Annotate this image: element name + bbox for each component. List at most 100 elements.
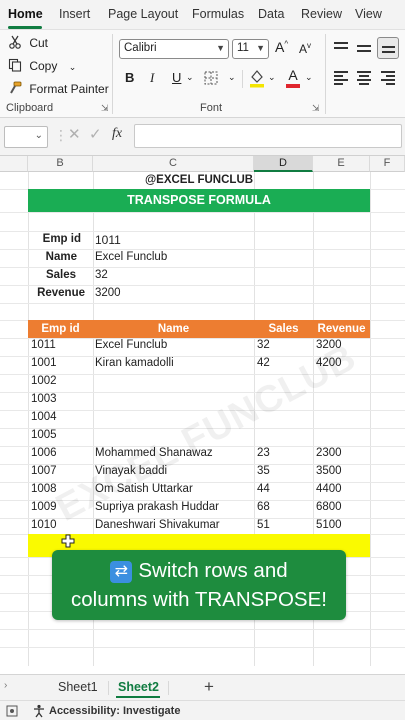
tab-formulas[interactable]: Formulas — [192, 7, 244, 21]
format-painter-button[interactable]: Format Painter — [8, 81, 109, 96]
table-cell-emp-id: 1008 — [31, 483, 57, 495]
borders-icon[interactable] — [203, 70, 223, 86]
grid-row-line — [0, 212, 405, 213]
align-left-icon[interactable] — [334, 71, 350, 85]
ribbon-separator — [112, 34, 113, 114]
tab-view[interactable]: View — [355, 7, 382, 21]
table-cell-name: Supriya prakash Huddar — [95, 501, 220, 513]
accessibility-icon — [34, 704, 44, 718]
copy-icon — [8, 58, 22, 72]
decrease-font-icon[interactable]: Av — [299, 41, 311, 56]
font-family-select[interactable]: Calibri ▼ — [119, 39, 229, 59]
font-color-icon[interactable]: A — [286, 67, 300, 88]
column-header-e[interactable]: E — [313, 156, 370, 172]
copy-button[interactable]: Copy ⌄ — [8, 58, 76, 73]
column-header-d[interactable]: D — [254, 156, 313, 172]
sheet-tab-sheet2[interactable]: Sheet2 — [118, 680, 159, 694]
increase-font-icon[interactable]: A^ — [275, 39, 288, 55]
underline-button[interactable]: U — [172, 70, 181, 85]
table-cell-revenue: 3200 — [316, 339, 342, 351]
column-header-b[interactable]: B — [28, 156, 93, 172]
table-cell-name: Mohammed Shanawaz — [95, 447, 213, 459]
font-color-dropdown-icon[interactable]: ⌄ — [305, 72, 313, 83]
tab-insert[interactable]: Insert — [59, 7, 90, 21]
active-sheet-indicator — [116, 696, 160, 698]
borders-dropdown-icon[interactable]: ⌄ — [228, 72, 236, 83]
align-bottom-icon[interactable] — [377, 37, 399, 59]
more-options-icon: ⋮ — [54, 127, 68, 143]
tab-home[interactable]: Home — [8, 7, 43, 21]
table-cell-revenue: 4400 — [316, 483, 342, 495]
table-cell-revenue: 3500 — [316, 465, 342, 477]
confirm-icon[interactable]: ✓ — [89, 125, 102, 143]
tab-separator — [168, 681, 169, 695]
underline-dropdown-icon[interactable]: ⌄ — [186, 72, 194, 83]
table-cell-name: Vinayak baddi — [95, 465, 168, 477]
record-label-name: Name — [45, 251, 77, 263]
ribbon-tab-bar: Home Insert Page Layout Formulas Data Re… — [0, 0, 405, 30]
table-cell-emp-id: 1003 — [31, 393, 57, 405]
record-value-name: Excel Funclub — [95, 251, 168, 263]
table-cell-emp-id: 1009 — [31, 501, 57, 513]
active-tab-indicator — [8, 26, 42, 29]
sheet-tab-sheet1[interactable]: Sheet1 — [58, 680, 98, 694]
cancel-icon[interactable]: ✕ — [68, 125, 81, 143]
table-cell-revenue: 4200 — [316, 357, 342, 369]
select-all-corner[interactable] — [0, 156, 28, 172]
copy-dropdown-icon[interactable]: ⌄ — [69, 62, 77, 72]
table-cell-emp-id: 1007 — [31, 465, 57, 477]
fill-color-dropdown-icon[interactable]: ⌄ — [268, 72, 276, 83]
record-label-sales: Sales — [45, 269, 76, 281]
grid-row-line — [0, 303, 405, 304]
insert-function-icon[interactable]: fx — [112, 126, 122, 142]
paintbrush-icon — [10, 81, 22, 94]
table-cell-name: Excel Funclub — [95, 339, 168, 351]
macro-record-icon[interactable] — [6, 705, 18, 717]
caption-line-2: columns with TRANSPOSE! — [71, 588, 327, 611]
bold-button[interactable]: B — [125, 70, 134, 85]
add-sheet-button[interactable]: + — [204, 677, 214, 697]
table-cell-emp-id: 1001 — [31, 357, 57, 369]
table-cell-emp-id: 1010 — [31, 519, 57, 531]
formula-input[interactable] — [134, 124, 402, 148]
grid-row-line — [0, 392, 405, 393]
align-top-icon[interactable] — [334, 42, 350, 54]
formula-banner: TRANSPOSE FORMULA — [28, 189, 370, 212]
cursor-icon — [61, 534, 75, 548]
table-cell-sales: 42 — [257, 357, 270, 369]
column-header-f[interactable]: F — [370, 156, 405, 172]
table-cell-emp-id: 1006 — [31, 447, 57, 459]
ribbon: Cut Copy ⌄ Format Painter Clipboard ⇲ Ca… — [0, 30, 405, 118]
formula-bar: ⌄ ⋮ ✕ ✓ fx — [0, 118, 405, 156]
table-header-revenue: Revenue — [317, 323, 366, 335]
worksheet-grid[interactable]: EXCEL FUNCLUB @EXCEL FUNCLUB TRANSPOSE F… — [0, 172, 405, 666]
font-size-select[interactable]: 11 ▼ — [232, 39, 269, 59]
ribbon-separator — [325, 34, 326, 114]
tab-page-layout[interactable]: Page Layout — [108, 7, 178, 21]
font-launcher-icon[interactable]: ⇲ — [312, 103, 320, 114]
sheet-title: @EXCEL FUNCLUB — [144, 174, 254, 186]
align-center-icon[interactable] — [357, 71, 373, 85]
table-cell-sales: 35 — [257, 465, 270, 477]
font-group-label: Font — [200, 102, 223, 114]
italic-button[interactable]: I — [150, 70, 154, 86]
align-middle-icon[interactable] — [357, 42, 373, 54]
column-header-c[interactable]: C — [93, 156, 254, 172]
clipboard-launcher-icon[interactable]: ⇲ — [101, 103, 109, 114]
status-bar: Accessibility: Investigate — [0, 700, 405, 720]
table-cell-sales: 51 — [257, 519, 270, 531]
grid-row-line — [0, 482, 405, 483]
table-cell-name: Daneshwari Shivakumar — [95, 519, 220, 531]
record-value-revenue: 3200 — [95, 287, 121, 299]
fill-color-icon[interactable] — [248, 68, 266, 88]
scroll-left-icon[interactable]: › — [4, 680, 7, 691]
name-box[interactable]: ⌄ — [4, 126, 48, 148]
clipboard-group-label: Clipboard — [6, 102, 54, 114]
sheet-tab-bar: › Sheet1 Sheet2 + — [0, 674, 405, 700]
tab-data[interactable]: Data — [258, 7, 284, 21]
tab-review[interactable]: Review — [301, 7, 342, 21]
align-right-icon[interactable] — [381, 71, 397, 85]
cut-button[interactable]: Cut — [8, 35, 48, 50]
accessibility-status[interactable]: Accessibility: Investigate — [49, 705, 180, 717]
cut-label: Cut — [29, 36, 49, 50]
